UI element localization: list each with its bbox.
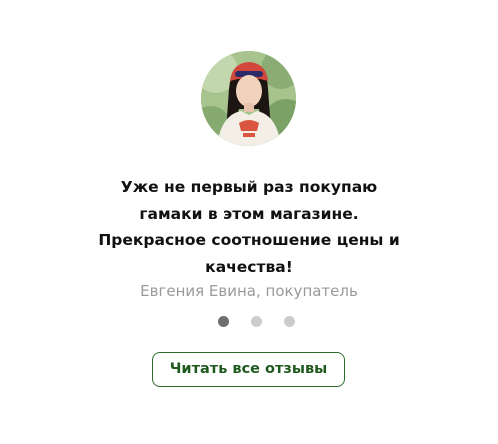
reviewer-avatar (201, 51, 296, 146)
carousel-pagination (0, 316, 498, 328)
review-quote: Уже не первый раз покупаю гамаки в этом … (60, 174, 438, 280)
reviewer-photo (201, 51, 296, 146)
review-author: Евгения Евина, покупатель (140, 282, 358, 300)
review-quote-line: качества! (205, 257, 293, 276)
read-all-reviews-button[interactable]: Читать все отзывы (152, 352, 345, 387)
review-quote-line: Прекрасное соотношение цены и (98, 231, 400, 249)
carousel-dot-1[interactable] (217, 316, 229, 327)
carousel-dot-2[interactable] (250, 316, 262, 327)
testimonial-slider: Уже не первый раз покупаю гамаки в этом … (0, 0, 498, 444)
review-quote-line: гамаки в этом магазине. (139, 204, 359, 223)
review-quote-line: Уже не первый раз покупаю (120, 178, 378, 196)
carousel-dot-3[interactable] (283, 316, 295, 327)
